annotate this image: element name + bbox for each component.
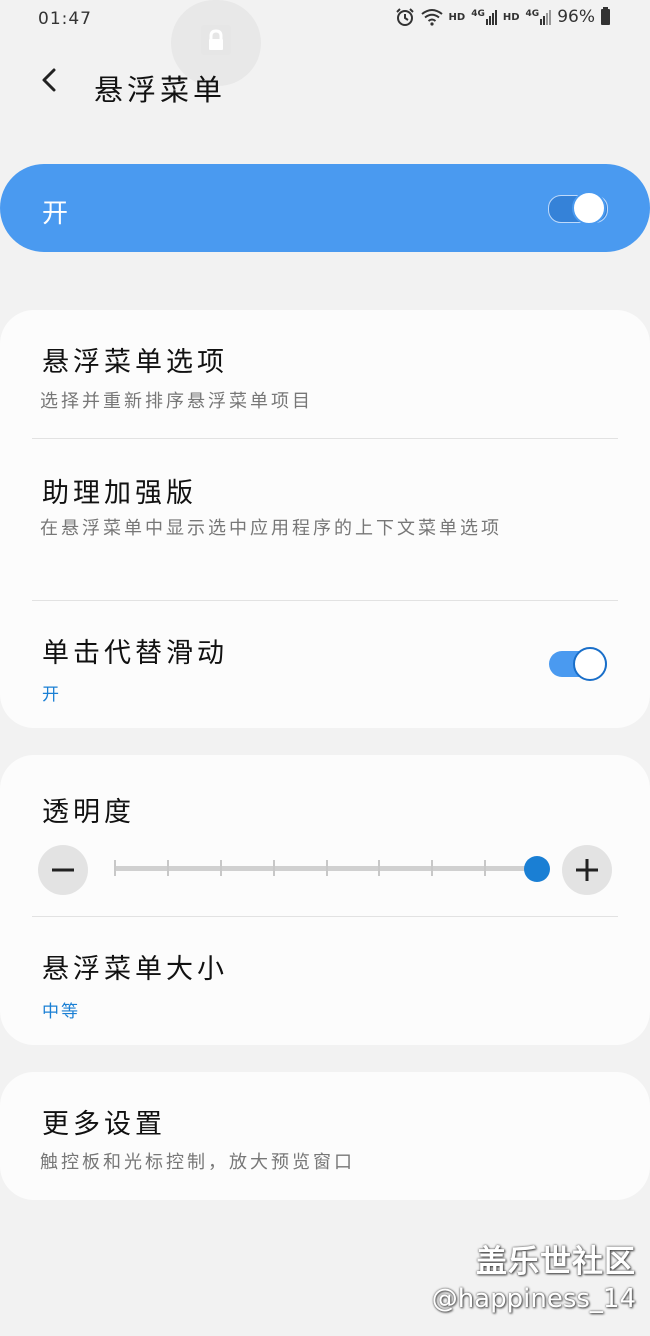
alarm-icon [395, 8, 414, 26]
more-settings-item[interactable]: 更多设置 触控板和光标控制，放大预览窗口 [0, 1072, 650, 1200]
assistant-plus-title: 助理加强版 [42, 478, 197, 509]
lock-icon [201, 25, 231, 55]
plus-icon [576, 859, 598, 881]
slider-tick [484, 860, 487, 876]
transparency-title: 透明度 [42, 797, 135, 828]
status-icons: HD 4G HD 4G 96% [395, 7, 610, 27]
transparency-slider-track[interactable] [114, 860, 537, 876]
slider-tick [219, 860, 222, 876]
network-type-1: 4G [471, 9, 485, 19]
slider-tick [272, 860, 275, 876]
back-button[interactable] [30, 60, 70, 100]
transparency-slider-thumb[interactable] [524, 856, 550, 882]
network-type-2: 4G [525, 9, 540, 19]
wifi-icon [420, 9, 443, 26]
menu-size-item[interactable]: 悬浮菜单大小 中等 [0, 917, 650, 1045]
assistant-plus-subtitle: 在悬浮菜单中显示选中应用程序的上下文菜单选项 [40, 518, 502, 539]
more-settings-subtitle: 触控板和光标控制，放大预览窗口 [40, 1152, 355, 1173]
watermark-site: 盖乐世社区 [476, 1244, 636, 1280]
slider-tick [431, 860, 434, 876]
slider-tick [114, 860, 116, 876]
master-switch-bar[interactable]: 开 [0, 164, 650, 252]
page-title: 悬浮菜单 [94, 73, 227, 107]
master-toggle[interactable] [548, 191, 608, 225]
master-switch-label: 开 [42, 199, 69, 229]
more-settings-title: 更多设置 [42, 1109, 166, 1140]
master-toggle-knob [572, 191, 606, 225]
menu-options-subtitle: 选择并重新排序悬浮菜单项目 [40, 391, 313, 412]
battery-percent: 96% [557, 7, 595, 27]
tap-instead-swipe-status: 开 [42, 685, 61, 705]
transparency-decrease-button[interactable] [38, 845, 88, 895]
signal-icon-2: 4G [526, 9, 552, 25]
transparency-increase-button[interactable] [562, 845, 612, 895]
status-bar: 01:47 HD 4G HD 4G 96% [0, 0, 650, 40]
menu-size-value: 中等 [42, 1002, 80, 1022]
slider-tick [325, 860, 328, 876]
signal-icon: 4G [471, 9, 497, 25]
tap-instead-swipe-toggle[interactable] [549, 647, 607, 681]
assistant-plus-item[interactable]: 助理加强版 在悬浮菜单中显示选中应用程序的上下文菜单选项 [0, 439, 650, 600]
toggle-knob [573, 647, 607, 681]
app-header: 悬浮菜单 [0, 55, 650, 115]
chevron-left-icon [42, 68, 56, 92]
hd-indicator-2: HD [502, 11, 520, 23]
menu-options-title: 悬浮菜单选项 [42, 347, 228, 378]
menu-size-title: 悬浮菜单大小 [42, 954, 228, 985]
minus-icon [52, 868, 74, 872]
battery-icon [601, 7, 610, 25]
status-time: 01:47 [38, 9, 92, 29]
slider-tick [378, 860, 381, 876]
menu-options-item[interactable]: 悬浮菜单选项 选择并重新排序悬浮菜单项目 [0, 310, 650, 438]
tap-instead-swipe-item[interactable]: 单击代替滑动 开 [0, 601, 650, 728]
hd-indicator-1: HD [448, 11, 466, 23]
watermark-user: @happiness_14 [431, 1284, 636, 1314]
slider-tick [166, 860, 169, 876]
tap-instead-swipe-title: 单击代替滑动 [42, 638, 228, 669]
